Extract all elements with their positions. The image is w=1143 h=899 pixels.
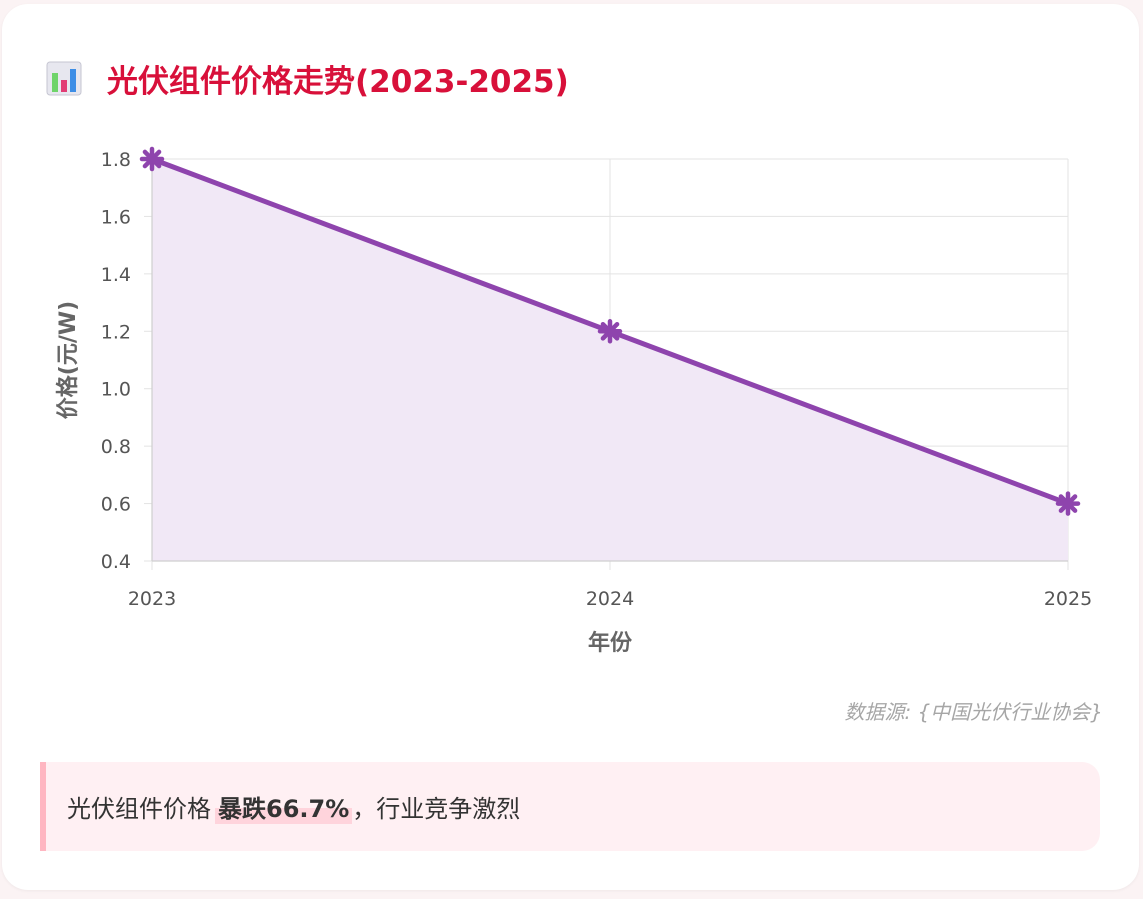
data-point-center xyxy=(1063,499,1073,509)
y-tick-label: 0.8 xyxy=(101,436,131,458)
y-axis-title: 价格(元/W) xyxy=(55,301,81,419)
data-point xyxy=(139,146,165,172)
summary-note: 光伏组件价格 暴跌66.7% ，行业竞争激烈 xyxy=(40,762,1100,851)
y-tick-label: 1.6 xyxy=(101,206,131,228)
data-point xyxy=(597,319,623,344)
data-point-center xyxy=(147,154,157,164)
note-highlight: 暴跌66.7% xyxy=(215,789,353,824)
y-tick-label: 0.6 xyxy=(101,494,131,516)
x-axis-title: 年份 xyxy=(588,630,633,656)
y-tick-label: 1.4 xyxy=(101,264,131,286)
y-tick-label: 1.2 xyxy=(101,321,131,343)
data-source: 数据源: {中国光伏行业协会} xyxy=(844,700,1103,724)
y-tick-label: 1.0 xyxy=(101,379,131,401)
data-point-center xyxy=(605,326,615,336)
x-tick-label: 2025 xyxy=(1044,588,1092,610)
data-point xyxy=(1055,491,1081,516)
x-tick-label: 2024 xyxy=(586,588,634,610)
note-prefix: 光伏组件价格 xyxy=(67,795,211,823)
note-suffix: ，行业竞争激烈 xyxy=(352,795,521,823)
price-trend-chart: 0.40.60.81.01.21.41.61.82023 2024 2025 年份 … xyxy=(55,146,1092,656)
y-tick-label: 1.8 xyxy=(101,149,131,171)
y-tick-label: 0.4 xyxy=(101,551,131,573)
x-tick-label: 2023 xyxy=(128,588,176,610)
